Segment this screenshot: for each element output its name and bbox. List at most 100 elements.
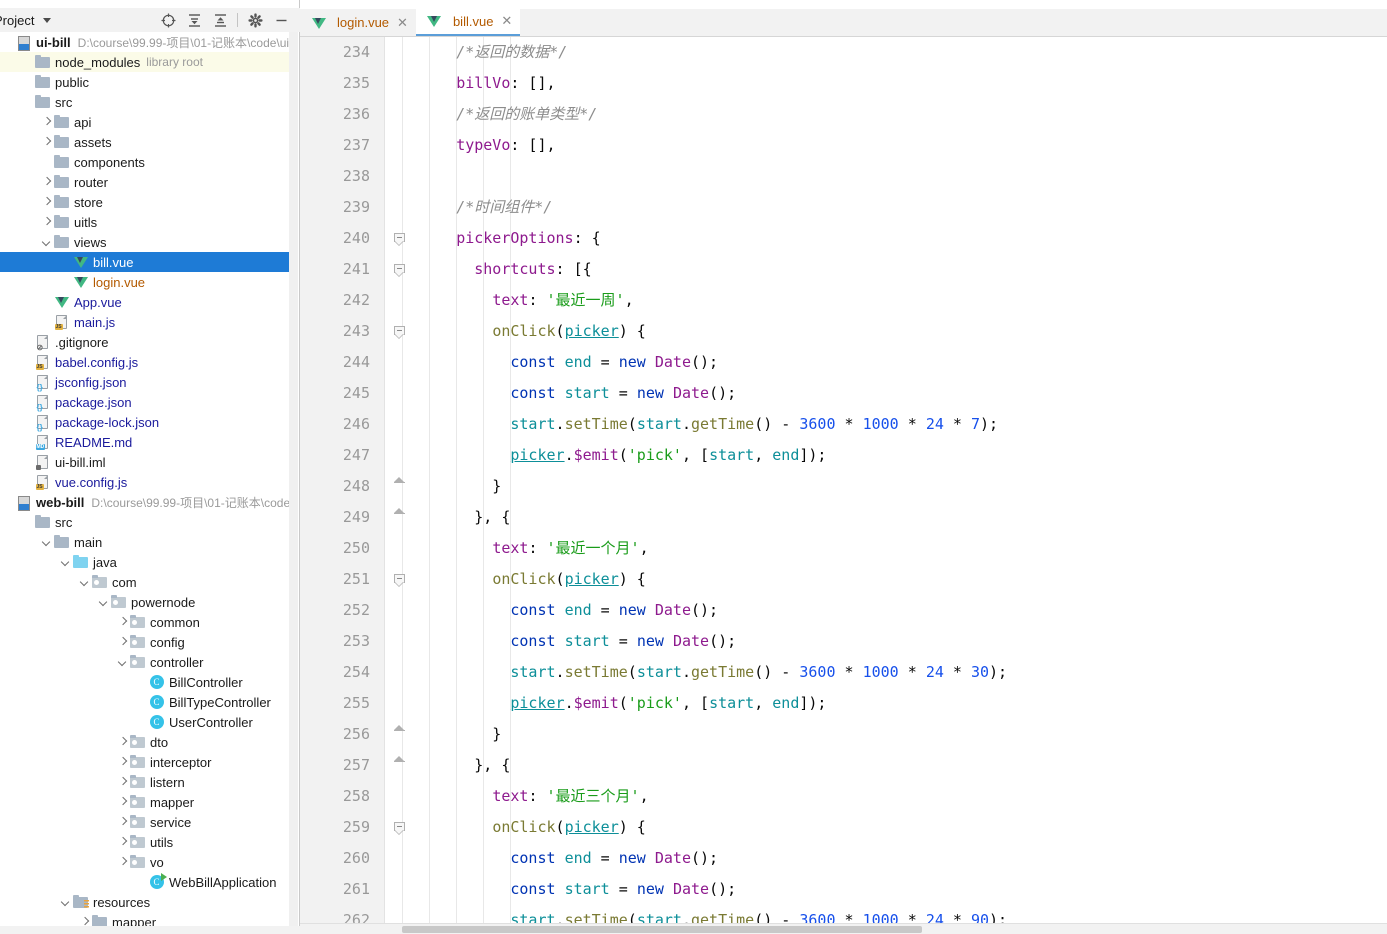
tree-item-controller[interactable]: controller (0, 652, 290, 672)
code-line-252[interactable]: 252 const end = new Date(); (300, 595, 1387, 626)
code-line-253[interactable]: 253 const start = new Date(); (300, 626, 1387, 657)
editor-tab-bill-vue[interactable]: bill.vue ✕ (415, 8, 521, 36)
tree-item-babel-config-js[interactable]: JS babel.config.js (0, 352, 290, 372)
code-line-257[interactable]: 257 }, { (300, 750, 1387, 781)
code-line-249[interactable]: 249 }, { (300, 502, 1387, 533)
close-icon[interactable]: ✕ (501, 13, 512, 29)
chevron-down-icon[interactable] (118, 657, 129, 668)
editor-horizontal-scrollbar[interactable] (300, 923, 1387, 934)
tree-item-common[interactable]: common (0, 612, 290, 632)
tree-item-store[interactable]: store (0, 192, 290, 212)
tree-item-java[interactable]: java (0, 552, 290, 572)
tree-item-dto[interactable]: dto (0, 732, 290, 752)
code-line-254[interactable]: 254 start.setTime(start.getTime() - 3600… (300, 657, 1387, 688)
code-line-250[interactable]: 250 text: '最近一个月', (300, 533, 1387, 564)
tree-item-web-bill[interactable]: web-bill D:\course\99.99-项目\01-记账本\code\w… (0, 492, 290, 512)
code-line-246[interactable]: 246 start.setTime(start.getTime() - 3600… (300, 409, 1387, 440)
tree-item-ui-bill-iml[interactable]: ui-bill.iml (0, 452, 290, 472)
code-line-244[interactable]: 244 const end = new Date(); (300, 347, 1387, 378)
tree-item-src[interactable]: src (0, 512, 290, 532)
tree-item-main[interactable]: main (0, 532, 290, 552)
chevron-right-icon[interactable] (118, 737, 129, 748)
tree-item-usercontroller[interactable]: C UserController (0, 712, 290, 732)
tree-item-ui-bill[interactable]: ui-bill D:\course\99.99-项目\01-记账本\code\ui… (0, 32, 290, 52)
chevron-down-icon[interactable] (99, 597, 110, 608)
tree-item-main-js[interactable]: JS main.js (0, 312, 290, 332)
tree-item-readme-md[interactable]: MD README.md (0, 432, 290, 452)
tree-item-api[interactable]: api (0, 112, 290, 132)
close-icon[interactable]: ✕ (397, 15, 408, 31)
code-line-240[interactable]: 240 pickerOptions: { (300, 223, 1387, 254)
code-line-243[interactable]: 243 onClick(picker) { (300, 316, 1387, 347)
chevron-right-icon[interactable] (118, 637, 129, 648)
tree-item--gitignore[interactable]: ⊘ .gitignore (0, 332, 290, 352)
tree-item-billcontroller[interactable]: C BillController (0, 672, 290, 692)
tree-item-uitls[interactable]: uitls (0, 212, 290, 232)
project-file-tree[interactable]: ui-bill D:\course\99.99-项目\01-记账本\code\ui… (0, 32, 290, 934)
project-tree-scrollbar[interactable] (289, 32, 298, 934)
tree-item-src[interactable]: src (0, 92, 290, 112)
chevron-right-icon[interactable] (118, 857, 129, 868)
tree-item-vue-config-js[interactable]: JS vue.config.js (0, 472, 290, 492)
tree-item-bill-vue[interactable]: bill.vue (0, 252, 290, 272)
code-line-261[interactable]: 261 const start = new Date(); (300, 874, 1387, 905)
settings-gear-icon[interactable] (242, 9, 268, 31)
chevron-right-icon[interactable] (42, 137, 53, 148)
code-line-260[interactable]: 260 const end = new Date(); (300, 843, 1387, 874)
code-line-242[interactable]: 242 text: '最近一周', (300, 285, 1387, 316)
chevron-down-icon[interactable] (61, 557, 72, 568)
tree-item-login-vue[interactable]: login.vue (0, 272, 290, 292)
tree-item-jsconfig-json[interactable]: {} jsconfig.json (0, 372, 290, 392)
tree-item-package-lock-json[interactable]: {} package-lock.json (0, 412, 290, 432)
chevron-right-icon[interactable] (118, 757, 129, 768)
chevron-right-icon[interactable] (42, 197, 53, 208)
tree-item-vo[interactable]: vo (0, 852, 290, 872)
chevron-down-icon[interactable] (61, 897, 72, 908)
code-line-236[interactable]: 236 /*返回的账单类型*/ (300, 99, 1387, 130)
expand-all-icon[interactable] (181, 9, 207, 31)
chevron-down-icon[interactable] (80, 577, 91, 588)
tree-item-public[interactable]: public (0, 72, 290, 92)
chevron-right-icon[interactable] (118, 817, 129, 828)
tree-item-mapper[interactable]: mapper (0, 792, 290, 812)
tree-item-interceptor[interactable]: interceptor (0, 752, 290, 772)
code-line-255[interactable]: 255 picker.$emit('pick', [start, end]); (300, 688, 1387, 719)
tree-item-router[interactable]: router (0, 172, 290, 192)
tree-item-resources[interactable]: resources (0, 892, 290, 912)
code-line-239[interactable]: 239 /*时间组件*/ (300, 192, 1387, 223)
tree-item-views[interactable]: views (0, 232, 290, 252)
code-line-259[interactable]: 259 onClick(picker) { (300, 812, 1387, 843)
code-line-234[interactable]: 234 /*返回的数据*/ (300, 37, 1387, 68)
code-lines[interactable]: 234 /*返回的数据*/235 billVo: [], 236 /*返回的账单类… (300, 37, 1387, 934)
editor-tab-login-vue[interactable]: login.vue ✕ (300, 9, 416, 36)
chevron-right-icon[interactable] (42, 117, 53, 128)
tree-item-powernode[interactable]: powernode (0, 592, 290, 612)
tree-item-app-vue[interactable]: App.vue (0, 292, 290, 312)
code-line-247[interactable]: 247 picker.$emit('pick', [start, end]); (300, 440, 1387, 471)
code-line-258[interactable]: 258 text: '最近三个月', (300, 781, 1387, 812)
code-line-238[interactable]: 238 (300, 161, 1387, 192)
code-line-251[interactable]: 251 onClick(picker) { (300, 564, 1387, 595)
chevron-right-icon[interactable] (118, 797, 129, 808)
hide-panel-icon[interactable] (268, 9, 294, 31)
tree-item-package-json[interactable]: {} package.json (0, 392, 290, 412)
tree-item-webbillapplication[interactable]: C WebBillApplication (0, 872, 290, 892)
code-line-235[interactable]: 235 billVo: [], (300, 68, 1387, 99)
tree-item-utils[interactable]: utils (0, 832, 290, 852)
tree-item-config[interactable]: config (0, 632, 290, 652)
tree-item-com[interactable]: com (0, 572, 290, 592)
chevron-right-icon[interactable] (118, 777, 129, 788)
code-line-256[interactable]: 256 } (300, 719, 1387, 750)
tree-item-service[interactable]: service (0, 812, 290, 832)
scrollbar-thumb[interactable] (402, 926, 922, 933)
chevron-right-icon[interactable] (42, 177, 53, 188)
chevron-right-icon[interactable] (118, 837, 129, 848)
code-line-241[interactable]: 241 shortcuts: [{ (300, 254, 1387, 285)
project-panel-title[interactable]: Project (0, 13, 34, 28)
chevron-right-icon[interactable] (118, 617, 129, 628)
tree-item-components[interactable]: components (0, 152, 290, 172)
chevron-right-icon[interactable] (42, 217, 53, 228)
code-editor[interactable]: 234 /*返回的数据*/235 billVo: [], 236 /*返回的账单类… (300, 37, 1387, 934)
editor-tab-bar[interactable]: login.vue ✕ bill.vue ✕ (300, 8, 1387, 37)
chevron-down-icon[interactable] (42, 537, 53, 548)
